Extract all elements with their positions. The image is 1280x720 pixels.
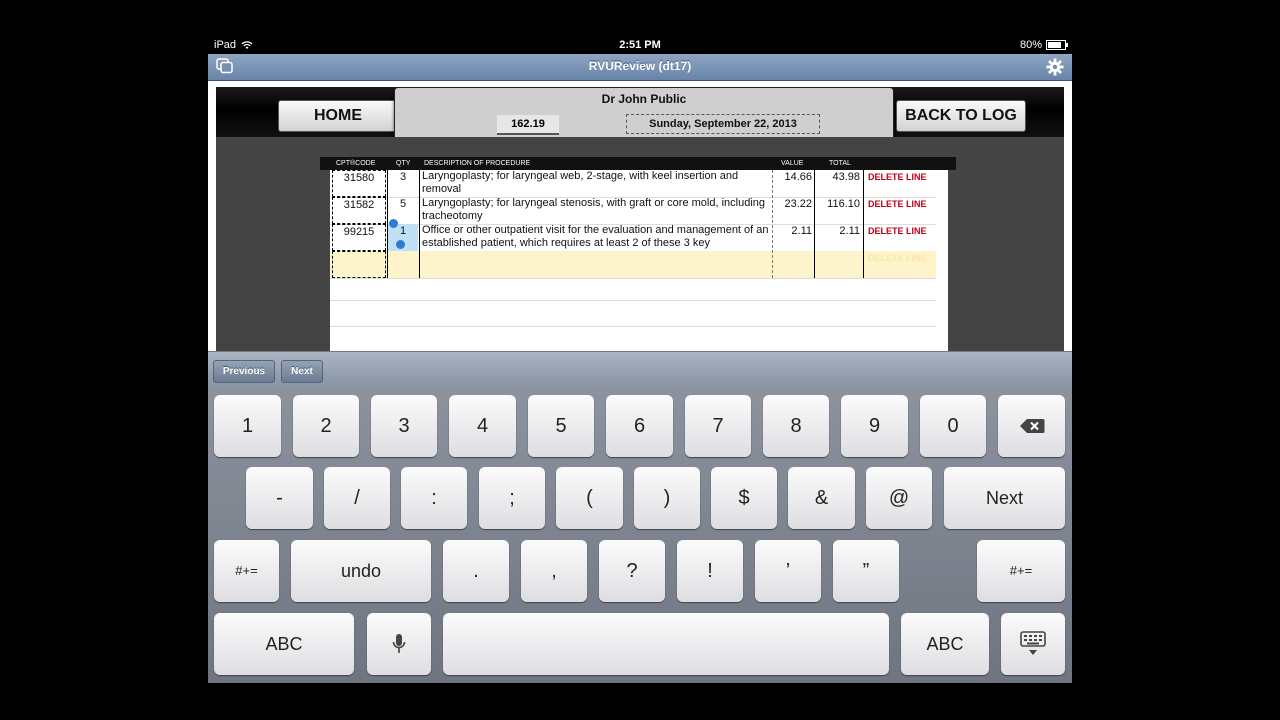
delete-line-button[interactable]: DELETE LINE [868, 170, 940, 197]
key[interactable]: @ [866, 467, 932, 529]
divider [330, 300, 936, 301]
table-row: 31580 3 Laryngoplasty; for laryngeal web… [330, 170, 936, 198]
next-key[interactable]: Next [944, 467, 1065, 529]
col-value: VALUE [781, 160, 804, 167]
separator [814, 170, 815, 278]
key[interactable]: / [324, 467, 390, 529]
code-field[interactable]: 31582 [332, 197, 386, 224]
new-qty-field[interactable] [388, 251, 418, 278]
col-code: CPT®CODE [336, 160, 376, 167]
undo-key[interactable]: undo [291, 540, 431, 602]
description: Office or other outpatient visit for the… [422, 224, 769, 249]
key[interactable]: , [521, 540, 587, 602]
total: 43.98 [832, 171, 860, 183]
nav-bar: RVUReview (dt17) [208, 54, 1072, 81]
separator [387, 170, 388, 278]
col-desc: DESCRIPTION OF PROCEDURE [424, 160, 531, 167]
ipad-screen: iPad 2:51 PM 80% RVUReview (dt17) HOME B… [208, 37, 1072, 683]
backspace-key[interactable] [998, 395, 1065, 457]
col-total: TOTAL [829, 160, 851, 167]
hide-keyboard-key[interactable] [1001, 613, 1065, 675]
description: Laryngoplasty; for laryngeal stenosis, w… [422, 197, 766, 222]
total: 116.10 [827, 198, 860, 210]
key[interactable]: 6 [606, 395, 673, 457]
app-title: RVUReview (dt17) [588, 59, 692, 73]
space-bar[interactable] [443, 613, 889, 675]
previous-button[interactable]: Previous [213, 360, 275, 383]
key[interactable]: : [401, 467, 467, 529]
total: 2.11 [839, 225, 860, 237]
gear-icon[interactable] [1046, 58, 1064, 81]
backspace-icon [1019, 419, 1044, 433]
selection-handle-top[interactable] [389, 219, 398, 228]
delete-line-button[interactable]: DELETE LINE [868, 197, 940, 224]
next-button[interactable]: Next [281, 360, 323, 383]
key[interactable]: 7 [685, 395, 751, 457]
new-delete-line-button[interactable]: DELETE LINE [868, 251, 940, 278]
key[interactable]: 5 [528, 395, 594, 457]
key[interactable]: 8 [763, 395, 829, 457]
description: Laryngoplasty; for laryngeal web, 2-stag… [422, 170, 739, 195]
key[interactable]: ’ [755, 540, 821, 602]
key[interactable]: ? [599, 540, 665, 602]
key[interactable]: ” [833, 540, 899, 602]
header-panel: Dr John Public 162.19 Sunday, September … [394, 87, 894, 143]
keyboard: 1 2 3 4 5 6 7 8 9 0 - / : ; ( ) $ & @ Ne… [208, 387, 1072, 683]
value: 14.66 [784, 171, 812, 183]
key[interactable]: ( [556, 467, 623, 529]
microphone-icon [392, 634, 406, 653]
dictation-key[interactable] [367, 613, 431, 675]
app-content: HOME BACK TO LOG Dr John Public 162.19 S… [208, 81, 1072, 351]
separator [419, 170, 420, 278]
key[interactable]: 3 [371, 395, 437, 457]
new-code-field[interactable] [332, 251, 386, 278]
code-field[interactable]: 99215 [332, 224, 386, 251]
key[interactable]: ) [634, 467, 700, 529]
code-field[interactable]: 31580 [332, 170, 386, 197]
more-symbols-key-right[interactable]: #+= [977, 540, 1065, 602]
key[interactable]: - [246, 467, 313, 529]
table-row: 31582 5 Laryngoplasty; for laryngeal ste… [330, 197, 936, 225]
key[interactable]: 0 [920, 395, 986, 457]
qty-field[interactable]: 3 [388, 170, 418, 197]
date-field[interactable]: Sunday, September 22, 2013 [626, 114, 820, 134]
abc-key[interactable]: ABC [214, 613, 354, 675]
key[interactable]: & [788, 467, 855, 529]
keyboard-hide-icon [1020, 631, 1046, 655]
battery-percent: 80% [1019, 39, 1042, 51]
key[interactable]: ; [479, 467, 545, 529]
doctor-name: Dr John Public [601, 92, 687, 106]
key[interactable]: 1 [214, 395, 281, 457]
selection-handle-bottom[interactable] [396, 240, 405, 249]
header-bar: HOME BACK TO LOG Dr John Public 162.19 S… [216, 87, 1064, 143]
value: 2.11 [791, 225, 812, 237]
separator [772, 170, 773, 278]
abc-key-right[interactable]: ABC [901, 613, 989, 675]
status-bar: iPad 2:51 PM 80% [208, 37, 1072, 54]
keyboard-accessory-bar: Previous Next [208, 351, 1072, 388]
back-to-log-button[interactable]: BACK TO LOG [896, 100, 1026, 132]
key[interactable]: 9 [841, 395, 908, 457]
col-qty: QTY [396, 160, 411, 167]
key[interactable]: 4 [449, 395, 516, 457]
procedure-table: 31580 3 Laryngoplasty; for laryngeal web… [330, 170, 948, 351]
clock: 2:51 PM [619, 39, 661, 51]
divider [330, 326, 936, 327]
more-symbols-key[interactable]: #+= [214, 540, 279, 602]
key[interactable]: . [443, 540, 509, 602]
battery-icon [1046, 40, 1068, 50]
key[interactable]: $ [711, 467, 777, 529]
new-row: DELETE LINE [330, 251, 936, 279]
table-row: 99215 1 Office or other outpatient visit… [330, 219, 936, 252]
delete-line-button[interactable]: DELETE LINE [868, 224, 940, 251]
key[interactable]: 2 [293, 395, 359, 457]
value: 23.22 [784, 198, 812, 210]
rvu-total: 162.19 [497, 115, 559, 135]
separator [863, 170, 864, 278]
table-header: CPT®CODE QTY DESCRIPTION OF PROCEDURE VA… [320, 157, 956, 170]
key[interactable]: ! [677, 540, 743, 602]
home-button[interactable]: HOME [278, 100, 398, 132]
